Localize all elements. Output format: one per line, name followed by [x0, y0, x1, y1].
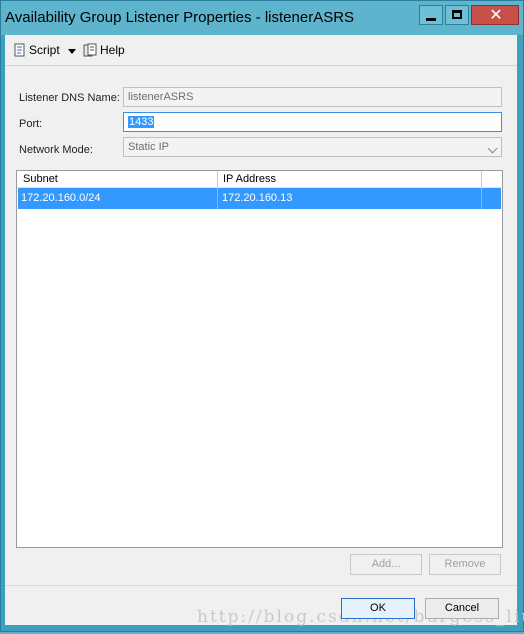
cell-divider	[217, 188, 218, 209]
column-divider[interactable]	[481, 171, 482, 187]
add-button[interactable]: Add...	[350, 554, 422, 575]
network-mode-label: Network Mode:	[19, 144, 93, 156]
help-button[interactable]: Help	[100, 43, 125, 57]
cell-divider	[481, 188, 482, 209]
dialog-window: Availability Group Listener Properties -…	[0, 0, 524, 632]
network-mode-value: Static IP	[128, 141, 169, 153]
column-divider[interactable]	[217, 171, 218, 187]
port-value: 1433	[128, 116, 155, 128]
window-title: Availability Group Listener Properties -…	[5, 9, 355, 26]
close-button[interactable]: ✕	[471, 5, 519, 25]
minimize-button[interactable]	[419, 5, 443, 25]
dns-name-label: Listener DNS Name:	[19, 92, 120, 104]
cancel-button[interactable]: Cancel	[425, 598, 499, 619]
ok-button[interactable]: OK	[341, 598, 415, 619]
port-label: Port:	[19, 118, 43, 130]
column-header-subnet[interactable]: Subnet	[23, 173, 58, 185]
script-icon[interactable]	[13, 43, 27, 57]
footer-divider	[5, 585, 517, 586]
grid-header: Subnet IP Address	[17, 171, 502, 188]
port-field[interactable]: 1433	[123, 112, 502, 132]
remove-button[interactable]: Remove	[429, 554, 501, 575]
close-icon: ✕	[489, 5, 503, 24]
minimize-icon	[426, 18, 436, 21]
subnet-grid[interactable]: Subnet IP Address 172.20.160.0/24 172.20…	[16, 170, 503, 548]
chevron-down-icon	[487, 143, 498, 154]
dialog-body: Script Help Listener DNS Name: listenerA…	[5, 35, 524, 627]
subnet-cell[interactable]: 172.20.160.0/24	[21, 192, 101, 204]
maximize-icon	[452, 10, 462, 19]
column-header-ip-address[interactable]: IP Address	[223, 173, 276, 185]
ip-address-cell[interactable]: 172.20.160.13	[222, 192, 292, 204]
script-dropdown-arrow-icon[interactable]	[68, 49, 76, 54]
dns-name-field[interactable]: listenerASRS	[123, 87, 502, 107]
script-button[interactable]: Script	[29, 43, 60, 57]
help-icon[interactable]	[83, 43, 97, 57]
toolbar: Script Help	[5, 35, 517, 66]
network-mode-select[interactable]: Static IP	[123, 137, 502, 157]
maximize-button[interactable]	[445, 5, 469, 25]
table-row[interactable]: 172.20.160.0/24 172.20.160.13	[18, 188, 501, 209]
title-bar[interactable]: Availability Group Listener Properties -…	[1, 1, 523, 35]
